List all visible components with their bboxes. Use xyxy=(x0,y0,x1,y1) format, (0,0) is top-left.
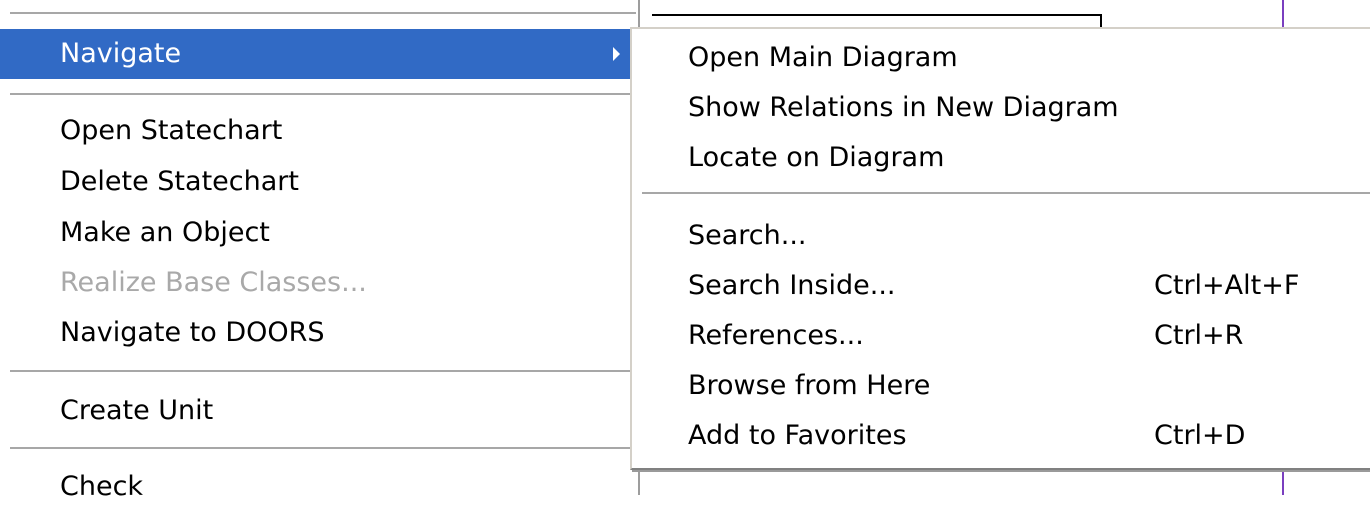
menu-item-navigate-to-doors[interactable]: Navigate to DOORS xyxy=(0,308,636,358)
diagram-connector-line xyxy=(1282,0,1284,30)
navigate-submenu: Open Main Diagram Show Relations in New … xyxy=(630,27,1370,470)
menu-item-make-an-object[interactable]: Make an Object xyxy=(0,208,636,258)
shortcut-label: Ctrl+Alt+F xyxy=(1154,270,1300,301)
submenu-item-add-to-favorites[interactable]: Add to Favorites Ctrl+D xyxy=(632,411,1370,461)
submenu-item-label: Search... xyxy=(688,220,807,251)
menu-separator xyxy=(642,192,1370,195)
menu-item-open-statechart[interactable]: Open Statechart xyxy=(0,106,636,156)
menu-item-label: Navigate to DOORS xyxy=(60,317,325,348)
shortcut-label: Ctrl+D xyxy=(1154,420,1246,451)
menu-separator xyxy=(10,12,636,15)
menu-item-delete-statechart[interactable]: Delete Statechart xyxy=(0,157,636,207)
submenu-item-label: Locate on Diagram xyxy=(688,142,945,173)
menu-item-check[interactable]: Check xyxy=(0,462,636,512)
submenu-item-label: References... xyxy=(688,320,864,351)
menu-item-navigate[interactable]: Navigate xyxy=(0,29,636,79)
menu-item-label: Create Unit xyxy=(60,395,214,426)
menu-item-label: Open Statechart xyxy=(60,115,283,146)
menu-separator xyxy=(10,370,636,373)
submenu-item-show-relations[interactable]: Show Relations in New Diagram xyxy=(632,83,1370,133)
triangle-right-icon xyxy=(613,47,620,61)
submenu-item-browse-from-here[interactable]: Browse from Here xyxy=(632,361,1370,411)
context-menu: Navigate Open Statechart Delete Statecha… xyxy=(0,0,640,502)
diagram-connector-line xyxy=(1282,470,1284,495)
menu-item-label: Delete Statechart xyxy=(60,166,299,197)
menu-item-label: Make an Object xyxy=(60,217,270,248)
menu-item-label: Realize Base Classes... xyxy=(60,267,367,298)
menu-separator xyxy=(10,93,636,96)
submenu-item-label: Show Relations in New Diagram xyxy=(688,92,1119,123)
menu-separator xyxy=(10,447,636,450)
submenu-item-label: Search Inside... xyxy=(688,270,896,301)
submenu-item-references[interactable]: References... Ctrl+R xyxy=(632,311,1370,361)
submenu-item-search[interactable]: Search... xyxy=(632,211,1370,261)
submenu-item-search-inside[interactable]: Search Inside... Ctrl+Alt+F xyxy=(632,261,1370,311)
menu-item-realize-base-classes: Realize Base Classes... xyxy=(0,258,636,308)
menu-item-label: Check xyxy=(60,471,144,502)
submenu-item-open-main-diagram[interactable]: Open Main Diagram xyxy=(632,33,1370,83)
shortcut-label: Ctrl+R xyxy=(1154,320,1244,351)
submenu-item-label: Browse from Here xyxy=(688,370,931,401)
submenu-item-label: Open Main Diagram xyxy=(688,42,958,73)
menu-item-label: Navigate xyxy=(60,38,182,69)
menu-item-create-unit[interactable]: Create Unit xyxy=(0,386,636,436)
submenu-item-label: Add to Favorites xyxy=(688,420,907,451)
submenu-item-locate-on-diagram[interactable]: Locate on Diagram xyxy=(632,133,1370,183)
